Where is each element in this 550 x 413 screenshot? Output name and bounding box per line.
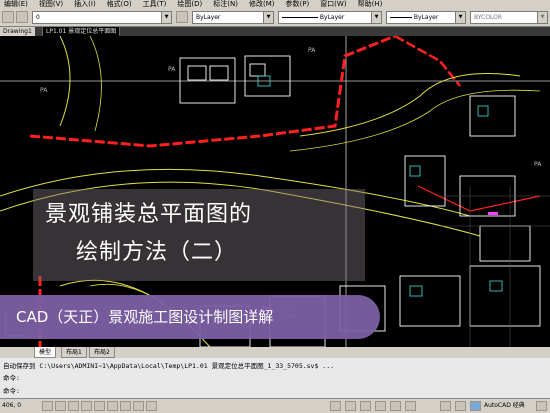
tab-model[interactable]: 模型 <box>34 347 57 358</box>
document-tabs: Drawing1 LP1.01 景观定位总平面图 <box>0 27 550 37</box>
grid-lines <box>440 186 550 347</box>
pan-icon[interactable] <box>360 401 371 411</box>
workspace-icon[interactable] <box>470 401 481 411</box>
polar-icon[interactable] <box>81 401 92 411</box>
command-window[interactable]: 自动保存到 C:\Users\ADMINI~1\AppData\Local\Te… <box>0 358 550 398</box>
properties-toolbar: 0 ▼ ByLayer ▼ ByLayer ▼ ByLayer ▼ BYCOLO… <box>0 9 550 27</box>
menu-dimension[interactable]: 标注(N) <box>209 0 245 9</box>
status-bar: 406, 0 AutoCAD 经典 <box>0 398 550 413</box>
lineweight-value: ByLayer <box>413 14 439 21</box>
make-current-icon[interactable] <box>176 11 188 23</box>
pa-label: PA <box>40 87 48 94</box>
plotstyle-value: BYCOLOR <box>474 14 503 21</box>
pa-label: PA <box>308 47 316 54</box>
building <box>469 95 516 137</box>
linetype-value: ByLayer <box>319 14 345 21</box>
menu-bar: 编辑(E) 视图(V) 插入(I) 格式(O) 工具(T) 绘图(D) 标注(N… <box>0 0 550 9</box>
lineweight-dropdown[interactable]: ByLayer ▼ <box>386 11 466 24</box>
layer-value: 0 <box>36 14 40 21</box>
annotation-scale-icon[interactable] <box>440 401 451 411</box>
lineweight-preview <box>390 17 412 18</box>
overlay-title-line2: 绘制方法（二） <box>76 240 238 265</box>
building-room <box>187 65 207 81</box>
menu-view[interactable]: 视图(V) <box>35 0 70 9</box>
coordinate-readout: 406, 0 <box>2 402 22 409</box>
chevron-down-icon: ▼ <box>263 12 273 23</box>
building <box>179 57 236 104</box>
command-prompt-line: 命令: <box>3 374 20 382</box>
dyn-icon[interactable] <box>133 401 144 411</box>
color-value: ByLayer <box>196 14 221 21</box>
layer-dropdown[interactable]: 0 ▼ <box>32 11 172 24</box>
color-dropdown[interactable]: ByLayer ▼ <box>192 11 274 24</box>
menu-format[interactable]: 格式(O) <box>103 0 139 9</box>
building-room <box>209 65 229 81</box>
building <box>399 275 461 327</box>
annotation-visibility-icon[interactable] <box>455 401 466 411</box>
quick-view-icon[interactable] <box>345 401 356 411</box>
layer-state-icon[interactable] <box>16 11 28 23</box>
pa-label: PA <box>534 161 542 168</box>
menu-insert[interactable]: 插入(I) <box>70 0 103 9</box>
command-history-line: 自动保存到 C:\Users\ADMINI~1\AppData\Local\Te… <box>3 362 335 370</box>
building-room <box>249 63 266 77</box>
cyan-room <box>409 165 421 177</box>
tab-layout1[interactable]: 布局1 <box>61 347 87 358</box>
workspace-label[interactable]: AutoCAD 经典 <box>484 399 525 412</box>
building <box>469 265 541 327</box>
chevron-down-icon: ▼ <box>371 12 381 23</box>
yellow-path-4 <box>89 36 102 132</box>
menu-parameters[interactable]: 参数(P) <box>282 0 317 9</box>
layout-tabs: 模型 布局1 布局2 <box>0 347 550 358</box>
showmotion-icon[interactable] <box>405 401 416 411</box>
tab-layout2[interactable]: 布局2 <box>89 347 115 358</box>
magenta-marker <box>488 212 498 215</box>
linetype-dropdown[interactable]: ByLayer ▼ <box>278 11 382 24</box>
menu-tools[interactable]: 工具(T) <box>139 0 174 9</box>
linetype-preview <box>282 17 318 18</box>
cyan-room <box>489 280 503 292</box>
menu-modify[interactable]: 修改(M) <box>245 0 282 9</box>
drawing-canvas[interactable]: PA PA PA PA 景观铺装总平面图的 绘制方法（二） CAD（天正）景观施… <box>0 36 550 347</box>
snap-icon[interactable] <box>42 401 53 411</box>
grid-icon[interactable] <box>55 401 66 411</box>
pa-label: PA <box>168 66 176 73</box>
osnap-icon[interactable] <box>94 401 105 411</box>
menu-edit[interactable]: 编辑(E) <box>0 0 35 9</box>
menu-draw[interactable]: 绘图(D) <box>173 0 209 9</box>
cyan-room <box>477 105 489 117</box>
chevron-down-icon: ▼ <box>161 12 171 23</box>
otrack-icon[interactable] <box>107 401 118 411</box>
menu-help[interactable]: 帮助(H) <box>354 0 390 9</box>
cyan-room <box>409 285 423 297</box>
ducs-icon[interactable] <box>120 401 131 411</box>
layer-manager-icon[interactable] <box>2 11 14 23</box>
clean-screen-icon[interactable] <box>536 401 547 411</box>
menu-window[interactable]: 窗口(W) <box>316 0 353 9</box>
overlay-title-line1: 景观铺装总平面图的 <box>45 202 253 227</box>
steeringwheel-icon[interactable] <box>390 401 401 411</box>
lineweight-icon[interactable] <box>146 401 157 411</box>
plotstyle-dropdown[interactable]: BYCOLOR ▼ <box>470 11 548 24</box>
building <box>479 225 531 262</box>
command-input[interactable]: 命令: <box>3 385 20 395</box>
building <box>404 155 446 207</box>
tab-drawing1[interactable]: Drawing1 <box>0 27 35 36</box>
ortho-icon[interactable] <box>68 401 79 411</box>
chevron-down-icon: ▼ <box>537 12 547 23</box>
zoom-icon[interactable] <box>375 401 386 411</box>
model-space-icon[interactable] <box>330 401 341 411</box>
chevron-down-icon: ▼ <box>455 12 465 23</box>
overlay-subtitle: CAD（天正）景观施工图设计制图详解 <box>16 308 274 326</box>
